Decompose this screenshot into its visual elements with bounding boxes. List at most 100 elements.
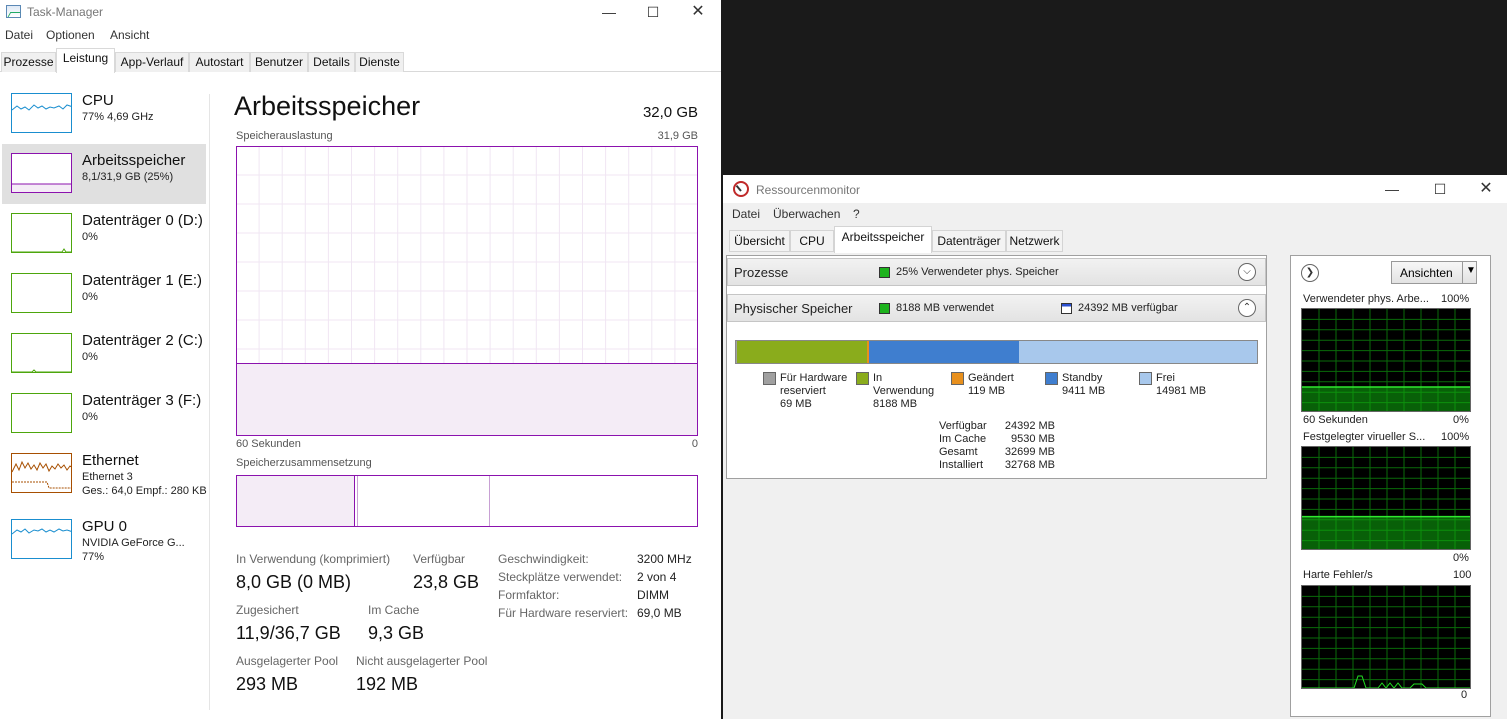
available-value: 23,8 GB xyxy=(413,572,480,592)
close-button[interactable]: ✕ xyxy=(675,0,721,26)
menu-datei[interactable]: Datei xyxy=(5,28,33,42)
title-bar: Ressourcenmonitor — ☐ ✕ xyxy=(723,175,1507,203)
tab-cpu[interactable]: CPU xyxy=(790,230,834,252)
title-bar: Task-Manager — ☐ ✕ xyxy=(0,0,721,26)
collapse-panel-arrow-icon[interactable]: ❯ xyxy=(1301,264,1319,282)
maximize-button[interactable]: ☐ xyxy=(630,0,676,26)
sidebar-item-title: Datenträger 2 (C:) xyxy=(82,332,203,349)
in-use-label: In Verwendung (komprimiert) xyxy=(236,552,391,566)
summary-key: Gesamt xyxy=(939,446,978,458)
sidebar-item-disk-2[interactable]: Datenträger 2 (C:) 0% xyxy=(2,324,206,384)
close-button[interactable]: ✕ xyxy=(1463,177,1507,203)
summary-value: 24392 MB xyxy=(1004,420,1055,432)
composition-standby xyxy=(489,476,490,526)
sidebar-item-disk-3[interactable]: Datenträger 3 (F:) 0% xyxy=(2,384,206,444)
tab-prozesse[interactable]: Prozesse xyxy=(1,52,56,72)
physical-memory-graph xyxy=(1301,308,1471,412)
sidebar-item-sub: 0% xyxy=(82,291,98,303)
summary-key: Im Cache xyxy=(939,433,987,445)
sidebar-item-title: Datenträger 1 (E:) xyxy=(82,272,203,289)
menu-ansicht[interactable]: Ansicht xyxy=(110,28,149,42)
physical-available: 24392 MB verfügbar xyxy=(1078,302,1178,314)
tab-dienste[interactable]: Dienste xyxy=(355,52,404,72)
sidebar-item-title: Ethernet xyxy=(82,452,139,469)
processes-status: 25% Verwendeter phys. Speicher xyxy=(896,266,1059,278)
tab-benutzer[interactable]: Benutzer xyxy=(250,52,308,72)
cached-label: Im Cache xyxy=(368,603,420,617)
maximize-button[interactable]: ☐ xyxy=(1417,177,1463,203)
tab-details[interactable]: Details xyxy=(308,52,355,72)
sidebar-item-sub: 77% 4,69 GHz xyxy=(82,111,154,123)
tab-app-verlauf[interactable]: App-Verlauf xyxy=(115,52,189,72)
section-title: Prozesse xyxy=(734,265,789,280)
menu-ueberwachen[interactable]: Überwachen xyxy=(773,207,840,221)
tab-autostart[interactable]: Autostart xyxy=(189,52,250,72)
sidebar-item-sub: NVIDIA GeForce G... xyxy=(82,537,185,549)
section-title: Physischer Speicher xyxy=(734,301,853,316)
legend-swatch-free xyxy=(1139,372,1152,385)
detail-value: 69,0 MB xyxy=(637,606,682,620)
sidebar-item-cpu[interactable]: CPU 77% 4,69 GHz xyxy=(2,84,206,144)
graph-title: Verwendeter phys. Arbe... xyxy=(1303,293,1429,305)
sidebar-item-sub2: 77% xyxy=(82,551,105,563)
dropdown-arrow-icon[interactable]: ▼ xyxy=(1466,265,1476,276)
legend-hardware-reserved: Für Hardware reserviert 69 MB xyxy=(780,372,848,410)
menu-help[interactable]: ? xyxy=(853,207,860,221)
graph-min: 0 xyxy=(1461,689,1468,701)
in-use-value: 8,0 GB (0 MB) xyxy=(236,572,352,592)
legend-free: Frei 14981 MB xyxy=(1156,372,1207,397)
usage-graph-max: 31,9 GB xyxy=(657,130,698,142)
views-button-label: Ansichten xyxy=(1400,266,1453,280)
sidebar-item-title: GPU 0 xyxy=(82,518,128,535)
legend-swatch-in-use xyxy=(856,372,869,385)
total-memory: 32,0 GB xyxy=(642,104,698,121)
legend-swatch-hardware xyxy=(763,372,776,385)
views-button[interactable]: Ansichten ▼ xyxy=(1391,261,1477,284)
menu-bar: Datei Optionen Ansicht xyxy=(0,28,721,46)
summary-value: 32699 MB xyxy=(1004,446,1055,458)
memory-bar-segment xyxy=(1018,341,1257,363)
sidebar-item-disk-1[interactable]: Datenträger 1 (E:) 0% xyxy=(2,264,206,324)
memory-graph-icon xyxy=(11,153,72,193)
sidebar-divider xyxy=(209,94,210,710)
collapse-chevron-icon[interactable]: ⌃ xyxy=(1238,299,1256,317)
sidebar-item-gpu[interactable]: GPU 0 NVIDIA GeForce G... 77% xyxy=(2,510,206,570)
summary-key: Installiert xyxy=(939,459,984,471)
sidebar-item-ethernet[interactable]: Ethernet Ethernet 3 Ges.: 64,0 Empf.: 28… xyxy=(2,444,207,504)
minimize-button[interactable]: — xyxy=(586,0,632,26)
paged-pool-label: Ausgelagerter Pool xyxy=(236,654,339,668)
tab-netzwerk[interactable]: Netzwerk xyxy=(1006,230,1063,252)
menu-datei[interactable]: Datei xyxy=(732,207,760,221)
task-manager-icon xyxy=(6,5,21,18)
resource-monitor-icon xyxy=(733,181,749,197)
tab-bar: Übersicht CPU Arbeitsspeicher Datenträge… xyxy=(723,226,1507,253)
menu-optionen[interactable]: Optionen xyxy=(46,28,95,42)
detail-value: DIMM xyxy=(637,588,669,602)
tab-leistung[interactable]: Leistung xyxy=(56,48,115,73)
summary-key: Verfügbar xyxy=(939,420,987,432)
tab-arbeitsspeicher[interactable]: Arbeitsspeicher xyxy=(834,226,932,253)
tab-uebersicht[interactable]: Übersicht xyxy=(729,230,790,252)
nonpaged-pool-label: Nicht ausgelagerter Pool xyxy=(356,654,488,668)
graph-time: 60 Sekunden xyxy=(1303,414,1368,426)
detail-value: 3200 MHz xyxy=(637,552,692,566)
physical-memory-section-header[interactable]: Physischer Speicher 8188 MB verwendet 24… xyxy=(727,294,1266,322)
tab-datentraeger[interactable]: Datenträger xyxy=(932,230,1006,252)
used-indicator-icon xyxy=(879,303,890,314)
graph-max: 100 xyxy=(1453,569,1472,581)
sidebar-item-sub: 0% xyxy=(82,411,98,423)
menu-bar: Datei Überwachen ? xyxy=(723,207,1507,225)
memory-composition-bar xyxy=(236,475,698,527)
sidebar-item-disk-0[interactable]: Datenträger 0 (D:) 0% xyxy=(2,204,206,264)
hard-faults-graph xyxy=(1301,585,1471,689)
processes-section-header[interactable]: Prozesse 25% Verwendeter phys. Speicher … xyxy=(727,258,1266,286)
detail-key: Geschwindigkeit: xyxy=(498,552,589,566)
sidebar-item-sub: 8,1/31,9 GB (25%) xyxy=(82,171,174,183)
sidebar-item-memory[interactable]: Arbeitsspeicher 8,1/31,9 GB (25%) xyxy=(2,144,206,204)
graph-title: Festgelegter virueller S... xyxy=(1303,431,1426,443)
committed-value: 11,9/36,7 GB xyxy=(236,623,341,643)
detail-value: 2 von 4 xyxy=(637,570,677,584)
minimize-button[interactable]: — xyxy=(1369,177,1415,203)
expand-chevron-icon[interactable]: ⌵ xyxy=(1238,263,1256,281)
memory-details-panel: Prozesse 25% Verwendeter phys. Speicher … xyxy=(726,255,1267,479)
